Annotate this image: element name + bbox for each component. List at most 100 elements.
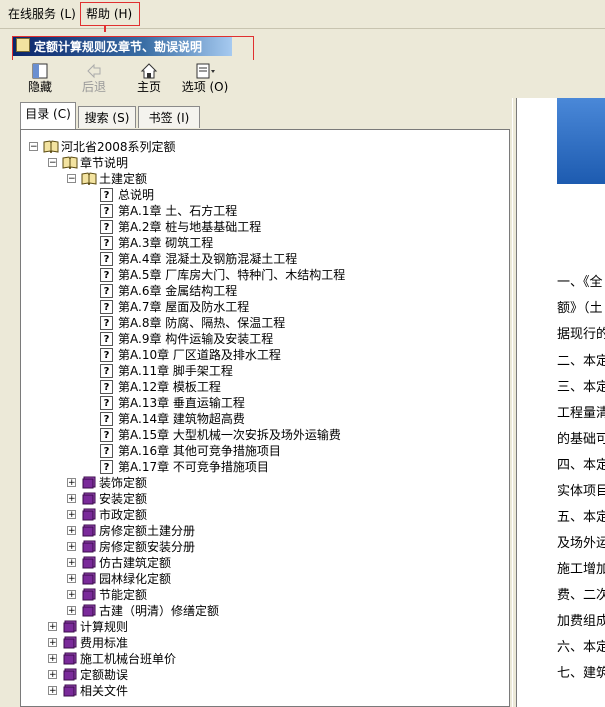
home-button[interactable]: 主页 [127,62,171,96]
help-topic-icon: ? [100,252,113,266]
tree-item-label: 相关文件 [80,684,129,698]
tree-item-label: 计算规则 [80,620,129,634]
back-button[interactable]: 后退 [72,62,116,96]
expand-toggle-icon[interactable]: + [67,526,76,536]
help-topic-icon: ? [100,188,113,202]
content-line: 施工增加 [557,562,605,577]
expand-toggle-icon[interactable]: + [67,542,76,552]
closed-book-icon [62,652,78,665]
back-arrow-icon [72,62,116,80]
tree-item-label: 装饰定额 [99,476,148,490]
closed-book-icon [81,492,97,505]
tab-contents[interactable]: 目录 (C) [20,102,76,130]
collapse-toggle-icon[interactable]: − [67,174,76,184]
tree-item-label: 第A.2章 桩与地基基础工程 [118,220,262,234]
title-highlight-box [12,36,254,63]
help-topic-icon: ? [100,236,113,250]
content-line: 及场外运 [557,536,605,551]
expand-toggle-icon[interactable]: + [48,654,57,664]
closed-book-icon [81,588,97,601]
hide-button[interactable]: 隐藏 [18,62,62,96]
tree-item-label: 仿古建筑定额 [99,556,172,570]
closed-book-icon [62,636,78,649]
closed-book-icon [81,572,97,585]
help-topic-icon: ? [100,348,113,362]
tree-item-label: 第A.12章 模板工程 [118,380,221,394]
expand-toggle-icon[interactable]: + [67,590,76,600]
help-topic-icon: ? [100,220,113,234]
open-book-icon [81,172,97,187]
content-line: 二、本定 [557,354,605,369]
tree-item-label: 费用标准 [80,636,129,650]
help-topic-icon: ? [100,428,113,442]
expand-toggle-icon[interactable]: + [67,558,76,568]
tab-bookmarks[interactable]: 书签 (I) [138,106,200,128]
tree-item-label: 第A.10章 厂区道路及排水工程 [118,348,281,362]
tree-item-label: 第A.3章 砌筑工程 [118,236,214,250]
options-label: 选项 (O) [181,80,229,94]
tree-item-label: 第A.4章 混凝土及钢筋混凝土工程 [118,252,298,266]
expand-toggle-icon[interactable]: + [48,638,57,648]
content-line: 五、本定 [557,510,605,525]
tree-item-label: 土建定额 [99,172,148,186]
tab-search[interactable]: 搜索 (S) [78,106,136,128]
tree-item-label: 章节说明 [80,156,129,170]
tree-item-label: 第A.7章 屋面及防水工程 [118,300,250,314]
expand-toggle-icon[interactable]: + [48,622,57,632]
topic-banner [557,98,605,184]
help-topic-icon: ? [100,268,113,282]
contents-tree: − 河北省2008系列定额 − 章节说明 − 土建定额? 总说明? 第A.1章 土、石方工程?… [20,129,510,707]
tree-item-label: 第A.1章 土、石方工程 [118,204,238,218]
help-topic-icon: ? [100,284,113,298]
tree-item-label: 房修定额土建分册 [99,524,196,538]
tree-item-label: 施工机械台班单价 [80,652,177,666]
tree-item-label: 第A.16章 其他可竞争措施项目 [118,444,281,458]
options-button[interactable]: 选项 (O) [180,62,230,96]
expand-toggle-icon[interactable]: + [67,574,76,584]
expand-toggle-icon[interactable]: + [67,510,76,520]
tree-item-label: 第A.5章 厂库房大门、特种门、木结构工程 [118,268,346,282]
tree-item-label: 市政定额 [99,508,148,522]
tree-item-label: 第A.9章 构件运输及安装工程 [118,332,274,346]
tree-item-label: 第A.8章 防腐、隔热、保温工程 [118,316,286,330]
help-topic-icon: ? [100,300,113,314]
expand-toggle-icon[interactable]: + [67,494,76,504]
content-line: 额》（土 [557,301,603,316]
tree-item-label: 定额勘误 [80,668,129,682]
content-line: 据现行的 [557,327,605,342]
expand-toggle-icon[interactable]: + [67,606,76,616]
tree-item-label: 第A.15章 大型机械一次安拆及场外运输费 [118,428,341,442]
collapse-toggle-icon[interactable]: − [48,158,57,168]
content-line: 工程量清 [557,406,605,421]
open-book-icon [62,156,78,171]
content-line: 四、本定 [557,458,605,473]
closed-book-icon [81,604,97,617]
closed-book-icon [62,668,78,681]
open-book-icon [43,140,59,155]
tree-item-label: 总说明 [118,188,155,202]
hide-icon [18,62,62,80]
help-topic-icon: ? [100,204,113,218]
content-line: 七、建筑 [557,666,605,681]
collapse-toggle-icon[interactable]: − [29,142,38,152]
home-label: 主页 [136,80,161,94]
menu-online-service[interactable]: 在线服务 (L) [8,5,76,22]
help-topic-icon: ? [100,396,113,410]
options-icon [180,62,230,80]
tree-item-label: 第A.6章 金属结构工程 [118,284,238,298]
topic-content-pane: 一、《全 额》（土 据现行的 二、本定 三、本定 工程量清 的基础可 四、本定 实体项目 五、本定… [516,98,605,707]
closed-book-icon [81,508,97,521]
expand-toggle-icon[interactable]: + [48,686,57,696]
help-topic-icon: ? [100,316,113,330]
help-topic-icon: ? [100,364,113,378]
tree-item-label: 第A.17章 不可竞争措施项目 [118,460,269,474]
content-line: 费、二次 [557,588,605,603]
expand-toggle-icon[interactable]: + [67,478,76,488]
help-topic-icon: ? [100,412,113,426]
closed-book-icon [81,476,97,489]
closed-book-icon [81,556,97,569]
content-line: 六、本定 [557,640,605,655]
tree-item-label: 节能定额 [99,588,148,602]
back-label: 后退 [81,80,106,94]
expand-toggle-icon[interactable]: + [48,670,57,680]
